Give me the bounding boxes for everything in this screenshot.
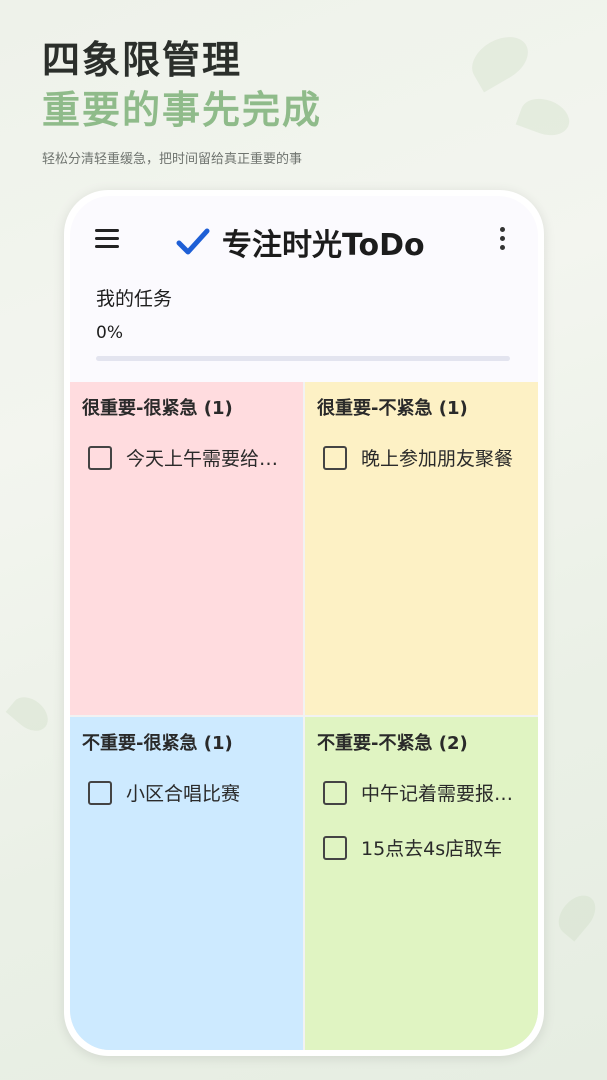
phone-frame: 专注时光ToDo 我的任务 0% 很重要-很紧急 (1) 今天上午需要给… 很重… [64, 190, 544, 1056]
more-options-icon[interactable] [498, 227, 506, 253]
hamburger-menu-icon[interactable] [95, 229, 121, 251]
task-text: 今天上午需要给… [126, 448, 279, 470]
background-leaf-decoration [464, 27, 536, 93]
task-text: 晚上参加朋友聚餐 [361, 448, 514, 470]
task-checkbox[interactable] [323, 835, 347, 860]
progress-bar [96, 356, 510, 361]
app-screen: 专注时光ToDo 我的任务 0% 很重要-很紧急 (1) 今天上午需要给… 很重… [70, 196, 538, 1050]
task-item[interactable]: 中午记着需要报… [317, 779, 526, 806]
task-checkbox[interactable] [323, 445, 347, 470]
tasks-label: 我的任务 [96, 288, 173, 310]
task-text: 小区合唱比赛 [126, 783, 241, 805]
quadrant-important-not-urgent: 很重要-不紧急 (1) 晚上参加朋友聚餐 [305, 382, 538, 715]
quadrant-title: 不重要-不紧急 (2) [317, 733, 468, 754]
app-title: 专注时光ToDo [222, 228, 425, 263]
background-leaf-decoration [515, 92, 575, 142]
quadrant-title: 很重要-不紧急 (1) [317, 398, 468, 419]
task-checkbox[interactable] [88, 445, 112, 470]
quadrant-title: 很重要-很紧急 (1) [82, 398, 233, 419]
app-bar: 专注时光ToDo [70, 196, 538, 282]
quadrant-not-important-urgent: 不重要-很紧急 (1) 小区合唱比赛 [70, 717, 303, 1050]
background-leaf-decoration [551, 888, 603, 942]
promo-header: 四象限管理 重要的事先完成 轻松分清轻重缓急，把时间留给真正重要的事 [42, 36, 322, 167]
checkmark-icon [176, 228, 210, 255]
promo-subheadline: 重要的事先完成 [42, 88, 323, 132]
quadrant-not-important-not-urgent: 不重要-不紧急 (2) 中午记着需要报… 15点去4s店取车 [305, 717, 538, 1050]
promo-tagline: 轻松分清轻重缓急，把时间留给真正重要的事 [42, 152, 303, 167]
promo-headline: 四象限管理 [42, 38, 243, 82]
app-title-group: 专注时光ToDo [176, 220, 425, 264]
tasks-progress-text: 0% [96, 323, 123, 343]
quadrant-important-urgent: 很重要-很紧急 (1) 今天上午需要给… [70, 382, 303, 715]
task-checkbox[interactable] [323, 780, 347, 805]
task-item[interactable]: 15点去4s店取车 [317, 834, 526, 861]
task-text: 中午记着需要报… [361, 783, 514, 805]
task-checkbox[interactable] [88, 780, 112, 805]
quadrant-title: 不重要-很紧急 (1) [82, 733, 233, 754]
task-item[interactable]: 晚上参加朋友聚餐 [317, 444, 526, 471]
background-leaf-decoration [5, 690, 55, 738]
task-item[interactable]: 今天上午需要给… [82, 444, 291, 471]
task-item[interactable]: 小区合唱比赛 [82, 779, 291, 806]
quadrant-grid: 很重要-很紧急 (1) 今天上午需要给… 很重要-不紧急 (1) 晚上参加朋友聚… [70, 382, 538, 1050]
tasks-summary: 我的任务 0% [96, 284, 172, 343]
task-text: 15点去4s店取车 [361, 838, 503, 860]
